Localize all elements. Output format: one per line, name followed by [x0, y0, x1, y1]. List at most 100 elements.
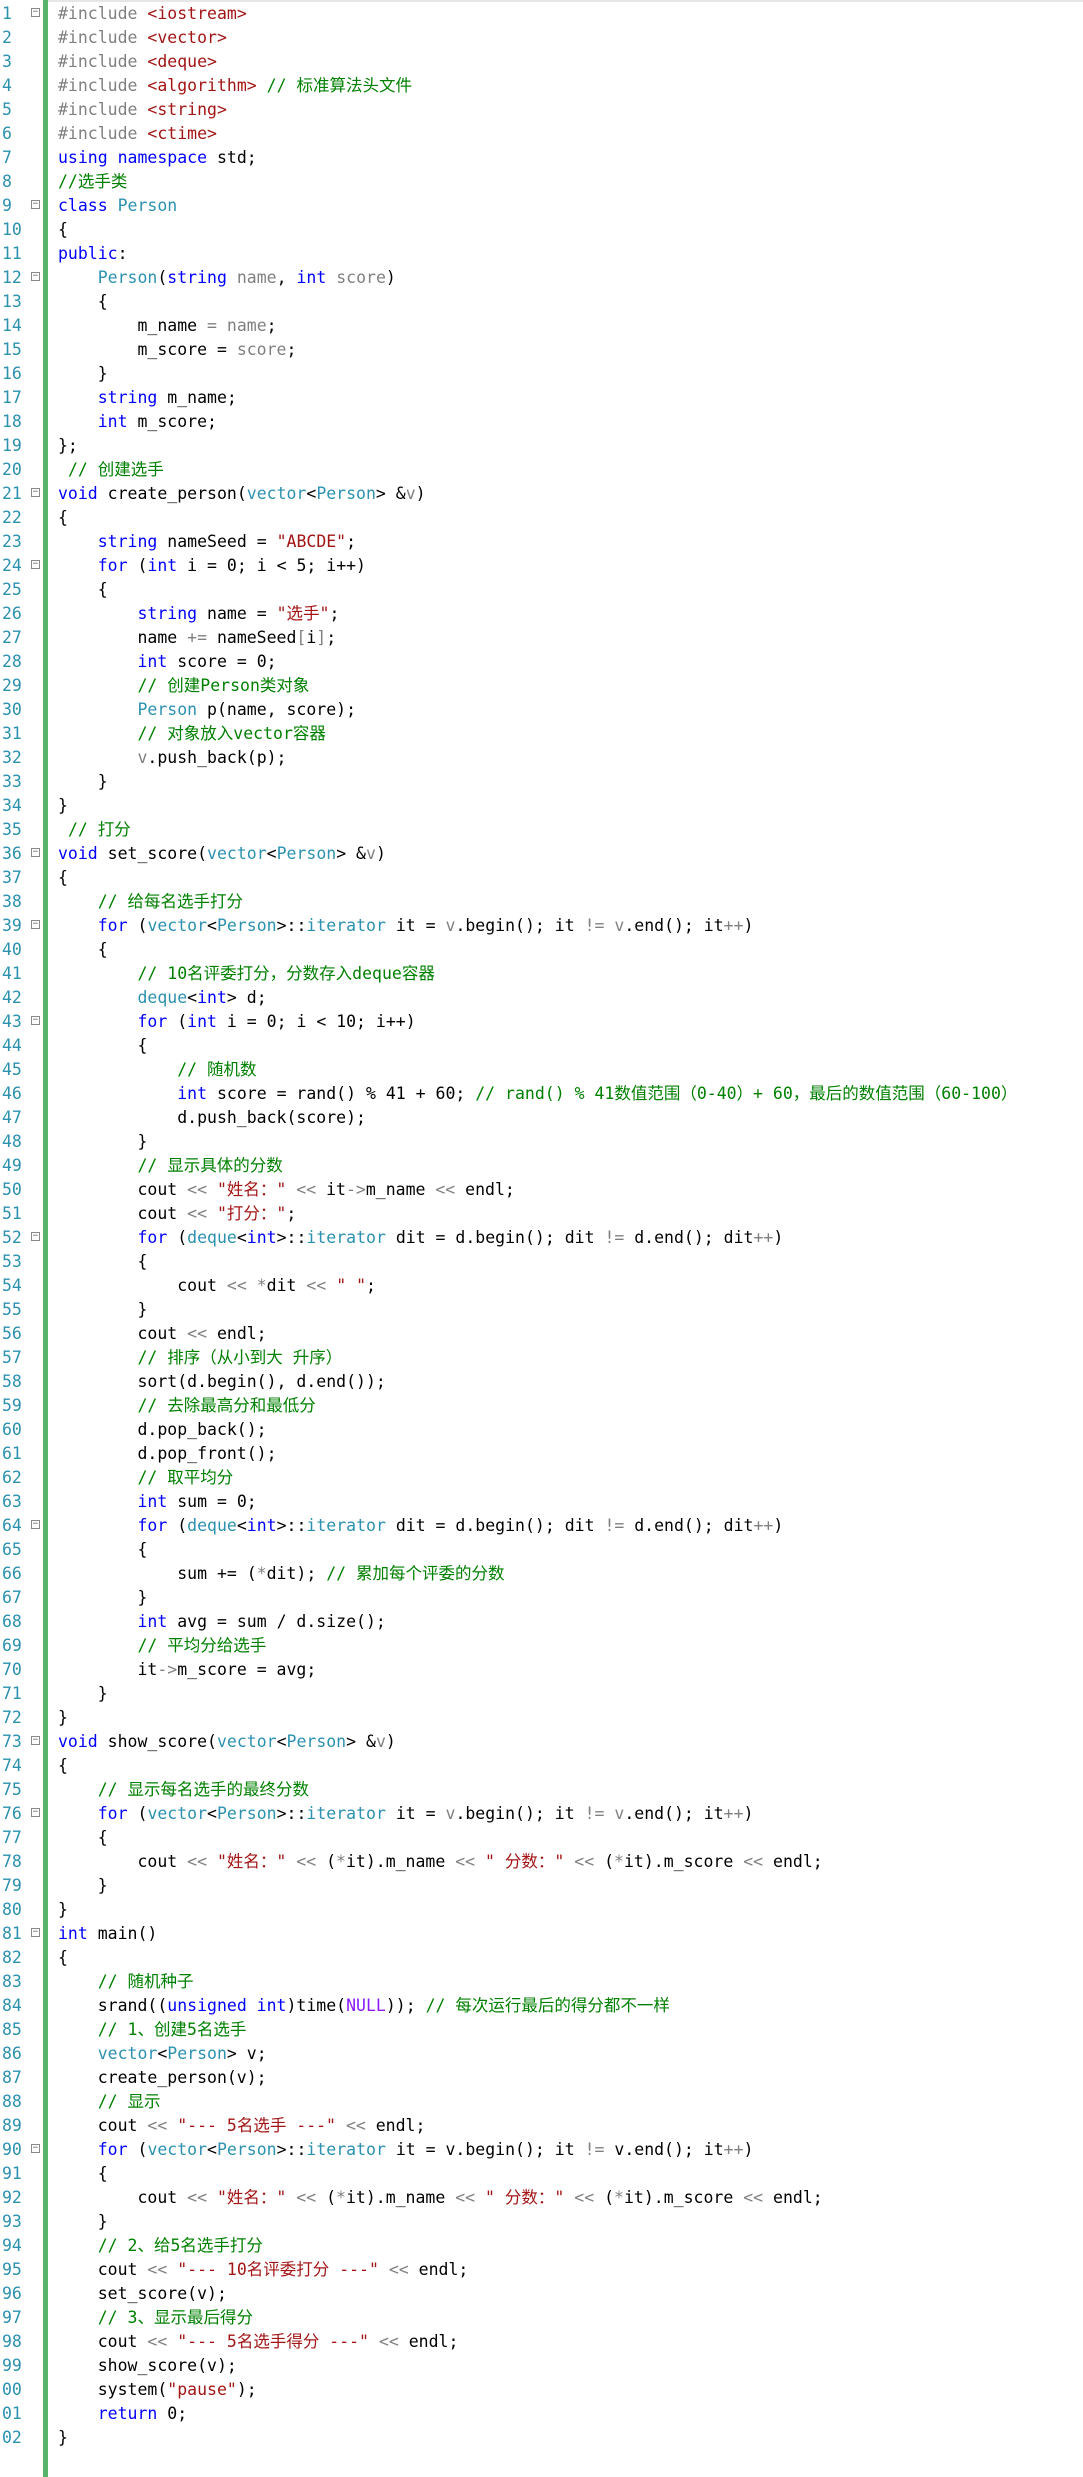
code-line[interactable]: 60 d.pop_back(); — [2, 1418, 1083, 1442]
code-line[interactable]: 34} — [2, 794, 1083, 818]
code-line[interactable]: 23 string nameSeed = "ABCDE"; — [2, 530, 1083, 554]
code-line[interactable]: 18 int m_score; — [2, 410, 1083, 434]
fold-toggle-icon[interactable]: − — [31, 1520, 40, 1529]
code-area[interactable]: 1− #include <iostream> 2 #include <vector> 3… — [2, 2, 1083, 2450]
code-line[interactable]: 71 } — [2, 1682, 1083, 1706]
code-line[interactable]: 32 v.push_back(p); — [2, 746, 1083, 770]
fold-toggle-icon[interactable]: − — [31, 1232, 40, 1241]
code-line[interactable]: 44 { — [2, 1034, 1083, 1058]
code-line[interactable]: 38 // 给每名选手打分 — [2, 890, 1083, 914]
code-line[interactable]: 49 // 显示具体的分数 — [2, 1154, 1083, 1178]
code-line[interactable]: 69 // 平均分给选手 — [2, 1634, 1083, 1658]
code-line[interactable]: 77 { — [2, 1826, 1083, 1850]
code-line[interactable]: 97 // 3、显示最后得分 — [2, 2306, 1083, 2330]
code-line[interactable]: 46 int score = rand() % 41 + 60; // rand… — [2, 1082, 1083, 1106]
fold-toggle-icon[interactable]: − — [31, 1808, 40, 1817]
code-line[interactable]: 7 using namespace std; — [2, 146, 1083, 170]
code-line[interactable]: 64− for (deque<int>::iterator dit = d.be… — [2, 1514, 1083, 1538]
code-line[interactable]: 72} — [2, 1706, 1083, 1730]
code-line[interactable]: 29 // 创建Person类对象 — [2, 674, 1083, 698]
code-line[interactable]: 83 // 随机种子 — [2, 1970, 1083, 1994]
code-line[interactable]: 21− void create_person(vector<Person> &v) — [2, 482, 1083, 506]
code-line[interactable]: 56 cout << endl; — [2, 1322, 1083, 1346]
code-line[interactable]: 33 } — [2, 770, 1083, 794]
code-line[interactable]: 01 return 0; — [2, 2402, 1083, 2426]
code-line[interactable]: 25 { — [2, 578, 1083, 602]
code-line[interactable]: 88 // 显示 — [2, 2090, 1083, 2114]
code-line[interactable]: 67 } — [2, 1586, 1083, 1610]
code-line[interactable]: 22 { — [2, 506, 1083, 530]
code-line[interactable]: 85 // 1、创建5名选手 — [2, 2018, 1083, 2042]
code-line[interactable]: 98 cout << "--- 5名选手得分 ---" << endl; — [2, 2330, 1083, 2354]
code-line[interactable]: 94 // 2、给5名选手打分 — [2, 2234, 1083, 2258]
code-line[interactable]: 93 } — [2, 2210, 1083, 2234]
fold-toggle-icon[interactable]: − — [31, 272, 40, 281]
code-line[interactable]: 63 int sum = 0; — [2, 1490, 1083, 1514]
code-line[interactable]: 95 cout << "--- 10名评委打分 ---" << endl; — [2, 2258, 1083, 2282]
code-line[interactable]: 52− for (deque<int>::iterator dit = d.be… — [2, 1226, 1083, 1250]
code-line[interactable]: 4 #include <algorithm> // 标准算法头文件 — [2, 74, 1083, 98]
code-line[interactable]: 8 //选手类 — [2, 170, 1083, 194]
code-line[interactable]: 78 cout << "姓名：" << (*it).m_name << " 分数… — [2, 1850, 1083, 1874]
code-line[interactable]: 11 public: — [2, 242, 1083, 266]
code-line[interactable]: 00 system("pause"); — [2, 2378, 1083, 2402]
code-line[interactable]: 30 Person p(name, score); — [2, 698, 1083, 722]
code-line[interactable]: 62 // 取平均分 — [2, 1466, 1083, 1490]
code-line[interactable]: 45 // 随机数 — [2, 1058, 1083, 1082]
code-line[interactable]: 89 cout << "--- 5名选手 ---" << endl; — [2, 2114, 1083, 2138]
code-line[interactable]: 51 cout << "打分："; — [2, 1202, 1083, 1226]
code-line[interactable]: 57 // 排序（从小到大 升序） — [2, 1346, 1083, 1370]
code-line[interactable]: 54 cout << *dit << " "; — [2, 1274, 1083, 1298]
code-line[interactable]: 81− int main() — [2, 1922, 1083, 1946]
code-line[interactable]: 13 { — [2, 290, 1083, 314]
code-line[interactable]: 50 cout << "姓名：" << it->m_name << endl; — [2, 1178, 1083, 1202]
code-line[interactable]: 75 // 显示每名选手的最终分数 — [2, 1778, 1083, 1802]
code-line[interactable]: 66 sum += (*dit); // 累加每个评委的分数 — [2, 1562, 1083, 1586]
fold-toggle-icon[interactable]: − — [31, 200, 40, 209]
code-line[interactable]: 16 } — [2, 362, 1083, 386]
code-line[interactable]: 6 #include <ctime> — [2, 122, 1083, 146]
code-line[interactable]: 86 vector<Person> v; — [2, 2042, 1083, 2066]
code-line[interactable]: 99 show_score(v); — [2, 2354, 1083, 2378]
code-line[interactable]: 96 set_score(v); — [2, 2282, 1083, 2306]
code-line[interactable]: 10 { — [2, 218, 1083, 242]
code-line[interactable]: 17 string m_name; — [2, 386, 1083, 410]
code-line[interactable]: 90− for (vector<Person>::iterator it = v… — [2, 2138, 1083, 2162]
code-line[interactable]: 73− void show_score(vector<Person> &v) — [2, 1730, 1083, 1754]
code-line[interactable]: 41 // 10名评委打分，分数存入deque容器 — [2, 962, 1083, 986]
code-line[interactable]: 19}; — [2, 434, 1083, 458]
fold-toggle-icon[interactable]: − — [31, 1016, 40, 1025]
fold-toggle-icon[interactable]: − — [31, 488, 40, 497]
code-line[interactable]: 79 } — [2, 1874, 1083, 1898]
code-line[interactable]: 87 create_person(v); — [2, 2066, 1083, 2090]
code-line[interactable]: 53 { — [2, 1250, 1083, 1274]
code-line[interactable]: 24− for (int i = 0; i < 5; i++) — [2, 554, 1083, 578]
code-line[interactable]: 3 #include <deque> — [2, 50, 1083, 74]
code-line[interactable]: 55 } — [2, 1298, 1083, 1322]
code-line[interactable]: 20 // 创建选手 — [2, 458, 1083, 482]
fold-toggle-icon[interactable]: − — [31, 8, 40, 17]
fold-toggle-icon[interactable]: − — [31, 848, 40, 857]
code-line[interactable]: 15 m_score = score; — [2, 338, 1083, 362]
code-line[interactable]: 65 { — [2, 1538, 1083, 1562]
code-line[interactable]: 91 { — [2, 2162, 1083, 2186]
code-line[interactable]: 42 deque<int> d; — [2, 986, 1083, 1010]
code-line[interactable]: 40 { — [2, 938, 1083, 962]
code-line[interactable]: 27 name += nameSeed[i]; — [2, 626, 1083, 650]
code-line[interactable]: 1− #include <iostream> — [2, 2, 1083, 26]
code-line[interactable]: 39− for (vector<Person>::iterator it = v… — [2, 914, 1083, 938]
fold-toggle-icon[interactable]: − — [31, 560, 40, 569]
fold-toggle-icon[interactable]: − — [31, 1736, 40, 1745]
code-line[interactable]: 5 #include <string> — [2, 98, 1083, 122]
code-line[interactable]: 26 string name = "选手"; — [2, 602, 1083, 626]
code-line[interactable]: 82 { — [2, 1946, 1083, 1970]
code-line[interactable]: 74 { — [2, 1754, 1083, 1778]
code-line[interactable]: 76− for (vector<Person>::iterator it = v… — [2, 1802, 1083, 1826]
code-line[interactable]: 9− class Person — [2, 194, 1083, 218]
code-line[interactable]: 47 d.push_back(score); — [2, 1106, 1083, 1130]
code-line[interactable]: 36− void set_score(vector<Person> &v) — [2, 842, 1083, 866]
code-line[interactable]: 58 sort(d.begin(), d.end()); — [2, 1370, 1083, 1394]
code-line[interactable]: 43− for (int i = 0; i < 10; i++) — [2, 1010, 1083, 1034]
code-line[interactable]: 68 int avg = sum / d.size(); — [2, 1610, 1083, 1634]
code-line[interactable]: 84 srand((unsigned int)time(NULL)); // 每… — [2, 1994, 1083, 2018]
